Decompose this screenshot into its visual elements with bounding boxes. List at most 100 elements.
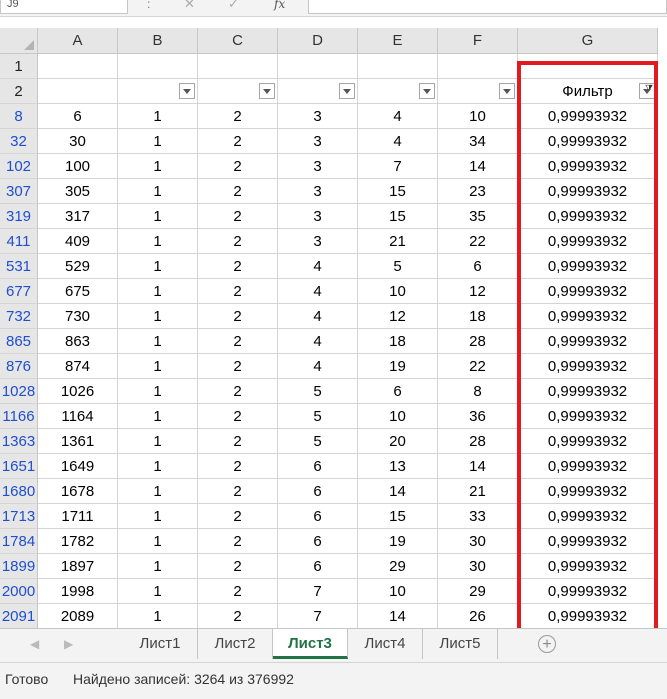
row-header-2[interactable]: 2 xyxy=(0,79,38,104)
cell-b[interactable]: 1 xyxy=(118,429,198,454)
cell-b[interactable]: 1 xyxy=(118,254,198,279)
cell-a[interactable]: 1782 xyxy=(38,529,118,554)
column-header-d[interactable]: D xyxy=(278,28,358,54)
cell-a[interactable]: 675 xyxy=(38,279,118,304)
cell-e[interactable]: 6 xyxy=(358,379,438,404)
column-header-b[interactable]: B xyxy=(118,28,198,54)
header-cell-d[interactable] xyxy=(278,79,358,104)
cell-b[interactable]: 1 xyxy=(118,354,198,379)
sheet-tab-2[interactable]: Лист2 xyxy=(198,629,273,659)
cell-d[interactable]: 3 xyxy=(278,204,358,229)
row-header-307[interactable]: 307 xyxy=(0,179,38,204)
cell-d[interactable]: 4 xyxy=(278,254,358,279)
cell-b[interactable]: 1 xyxy=(118,504,198,529)
cell-d[interactable]: 4 xyxy=(278,279,358,304)
header-cell-e[interactable] xyxy=(358,79,438,104)
cell-g[interactable]: 0,99993932 xyxy=(518,404,658,429)
cell-g[interactable]: 0,99993932 xyxy=(518,354,658,379)
row-header-32[interactable]: 32 xyxy=(0,129,38,154)
cell-a[interactable]: 1711 xyxy=(38,504,118,529)
cell-f[interactable]: 26 xyxy=(438,604,518,629)
cell-e[interactable]: 10 xyxy=(358,579,438,604)
cell-f[interactable]: 12 xyxy=(438,279,518,304)
cell-g[interactable]: 0,99993932 xyxy=(518,379,658,404)
cell-f[interactable]: 29 xyxy=(438,579,518,604)
cell-d[interactable]: 6 xyxy=(278,504,358,529)
cell-d[interactable]: 3 xyxy=(278,179,358,204)
cell-b[interactable]: 1 xyxy=(118,179,198,204)
cell-d[interactable]: 6 xyxy=(278,479,358,504)
row-header-2091[interactable]: 2091 xyxy=(0,604,38,629)
cell-d[interactable]: 5 xyxy=(278,404,358,429)
sheet-tab-3[interactable]: Лист3 xyxy=(273,629,348,659)
cell-b[interactable]: 1 xyxy=(118,154,198,179)
cell-f[interactable]: 34 xyxy=(438,129,518,154)
cell-c[interactable]: 2 xyxy=(198,329,278,354)
row-header-1784[interactable]: 1784 xyxy=(0,529,38,554)
column-header-a[interactable]: A xyxy=(38,28,118,54)
cell-c[interactable]: 2 xyxy=(198,504,278,529)
row-header-732[interactable]: 732 xyxy=(0,304,38,329)
cell-f[interactable]: 36 xyxy=(438,404,518,429)
row-header-1363[interactable]: 1363 xyxy=(0,429,38,454)
cell-a[interactable]: 1164 xyxy=(38,404,118,429)
cell-b[interactable]: 1 xyxy=(118,229,198,254)
cell-c[interactable]: 2 xyxy=(198,379,278,404)
cell-e[interactable]: 4 xyxy=(358,104,438,129)
cell-e[interactable]: 20 xyxy=(358,429,438,454)
cell-f[interactable]: 6 xyxy=(438,254,518,279)
cell-a[interactable]: 1649 xyxy=(38,454,118,479)
cell-a[interactable]: 863 xyxy=(38,329,118,354)
cell-b[interactable]: 1 xyxy=(118,279,198,304)
cell-e[interactable]: 13 xyxy=(358,454,438,479)
row-header-1028[interactable]: 1028 xyxy=(0,379,38,404)
cell-b[interactable]: 1 xyxy=(118,329,198,354)
filter-dropdown-icon[interactable] xyxy=(339,83,355,99)
cell-a[interactable]: 100 xyxy=(38,154,118,179)
cell-f[interactable]: 23 xyxy=(438,179,518,204)
cell-g[interactable]: 0,99993932 xyxy=(518,129,658,154)
cell-c[interactable]: 2 xyxy=(198,204,278,229)
cell-g[interactable]: 0,99993932 xyxy=(518,604,658,629)
row-header-1[interactable]: 1 xyxy=(0,54,38,79)
cell-d[interactable]: 3 xyxy=(278,154,358,179)
cell-b[interactable]: 1 xyxy=(118,604,198,629)
cell-c[interactable]: 2 xyxy=(198,254,278,279)
formula-input[interactable] xyxy=(308,0,667,14)
cell-b[interactable]: 1 xyxy=(118,554,198,579)
cell-b[interactable]: 1 xyxy=(118,454,198,479)
empty-cell[interactable] xyxy=(38,54,118,79)
confirm-icon[interactable]: ✓ xyxy=(228,0,239,12)
cell-a[interactable]: 730 xyxy=(38,304,118,329)
cell-a[interactable]: 529 xyxy=(38,254,118,279)
cell-g[interactable]: 0,99993932 xyxy=(518,454,658,479)
empty-cell[interactable] xyxy=(198,54,278,79)
cell-e[interactable]: 21 xyxy=(358,229,438,254)
row-header-876[interactable]: 876 xyxy=(0,354,38,379)
cell-b[interactable]: 1 xyxy=(118,129,198,154)
row-header-102[interactable]: 102 xyxy=(0,154,38,179)
cell-f[interactable]: 21 xyxy=(438,479,518,504)
filter-dropdown-icon[interactable] xyxy=(419,83,435,99)
empty-cell[interactable] xyxy=(118,54,198,79)
cell-d[interactable]: 5 xyxy=(278,379,358,404)
cell-e[interactable]: 19 xyxy=(358,354,438,379)
row-header-2000[interactable]: 2000 xyxy=(0,579,38,604)
cell-d[interactable]: 4 xyxy=(278,329,358,354)
cell-a[interactable]: 30 xyxy=(38,129,118,154)
cancel-icon[interactable]: ✕ xyxy=(184,0,195,12)
cell-c[interactable]: 2 xyxy=(198,529,278,554)
cell-b[interactable]: 1 xyxy=(118,579,198,604)
cell-e[interactable]: 14 xyxy=(358,479,438,504)
row-header-8[interactable]: 8 xyxy=(0,104,38,129)
cell-b[interactable]: 1 xyxy=(118,204,198,229)
cell-e[interactable]: 18 xyxy=(358,329,438,354)
cell-d[interactable]: 7 xyxy=(278,604,358,629)
insert-function-icon[interactable]: fx xyxy=(274,0,285,11)
row-header-1680[interactable]: 1680 xyxy=(0,479,38,504)
cell-e[interactable]: 4 xyxy=(358,129,438,154)
cell-b[interactable]: 1 xyxy=(118,304,198,329)
scroll-tabs-left-icon[interactable]: ◀ xyxy=(30,637,39,651)
row-header-319[interactable]: 319 xyxy=(0,204,38,229)
cell-d[interactable]: 6 xyxy=(278,554,358,579)
